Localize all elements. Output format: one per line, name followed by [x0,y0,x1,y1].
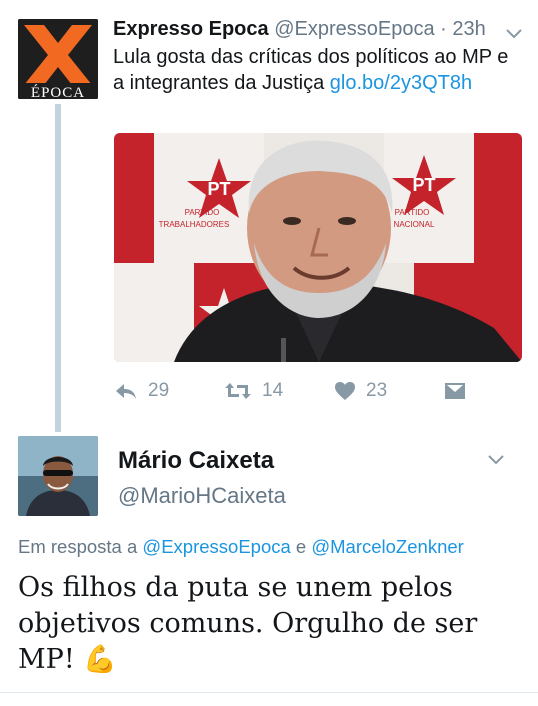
svg-text:PARTIDO: PARTIDO [395,208,430,217]
expresso-epoca-avatar[interactable]: ÉPOCA [18,19,98,99]
svg-text:ÉPOCA: ÉPOCA [31,84,85,99]
author-name[interactable]: Expresso Epoca [113,18,269,40]
tweet-actions: 29 14 23 [114,377,522,405]
user-avatar-photo [18,436,98,516]
thread-connector-line [55,104,61,432]
chevron-down-icon[interactable] [505,27,523,39]
reply-action[interactable]: 29 [114,377,169,405]
retweet-icon [225,383,251,399]
mention-marcelozenkner[interactable]: @MarceloZenkner [311,536,463,557]
mario-caixeta-avatar[interactable] [18,436,98,516]
svg-text:NACIONAL: NACIONAL [394,220,435,229]
reply-count: 29 [148,380,170,401]
in-reply-to-conjunction: e [290,536,312,557]
reply-tweet-text: Os filhos da puta se unem pelos objetivo… [18,572,478,675]
tweet-header: Expresso Epoca @ExpressoEpoca · 23h [113,16,518,42]
reply-author-handle[interactable]: @MarioHCaixeta [118,483,286,509]
heart-icon [335,382,355,400]
meta-separator: · [440,18,447,40]
in-reply-to-prefix: Em resposta a [18,536,143,557]
reply-icon [116,384,136,399]
tweet-timestamp[interactable]: 23h [452,18,485,40]
divider [0,692,538,693]
svg-text:PT: PT [207,179,230,199]
mention-expressoepoca[interactable]: @ExpressoEpoca [142,536,290,557]
retweet-action[interactable]: 14 [224,377,283,405]
retweet-count: 14 [262,380,284,401]
tweet-text: Lula gosta das críticas dos políticos ao… [113,44,513,96]
svg-text:PARTIDO: PARTIDO [185,208,220,217]
lula-photo: PT PT PARTIDO TRABALHADORES PARTIDO NACI… [114,133,522,362]
epoca-logo-icon: ÉPOCA [18,19,98,99]
reply-chevron-down-icon[interactable] [487,453,505,465]
in-reply-to-line: Em resposta a @ExpressoEpoca e @MarceloZ… [18,536,528,558]
like-count: 23 [366,380,388,401]
direct-message-icon [445,383,465,399]
tweet-link[interactable]: glo.bo/2y3QT8h [330,72,472,94]
svg-text:PT: PT [412,175,435,195]
like-action[interactable]: 23 [334,377,387,405]
author-handle[interactable]: @ExpressoEpoca [274,18,434,40]
direct-message-action[interactable] [444,377,466,405]
reply-author-name[interactable]: Mário Caixeta [118,447,274,475]
tweet-photo[interactable]: PT PT PARTIDO TRABALHADORES PARTIDO NACI… [114,133,522,362]
svg-text:TRABALHADORES: TRABALHADORES [159,220,230,229]
tweet-thread: ÉPOCA Expresso Epoca @ExpressoEpoca · 23… [0,0,538,706]
